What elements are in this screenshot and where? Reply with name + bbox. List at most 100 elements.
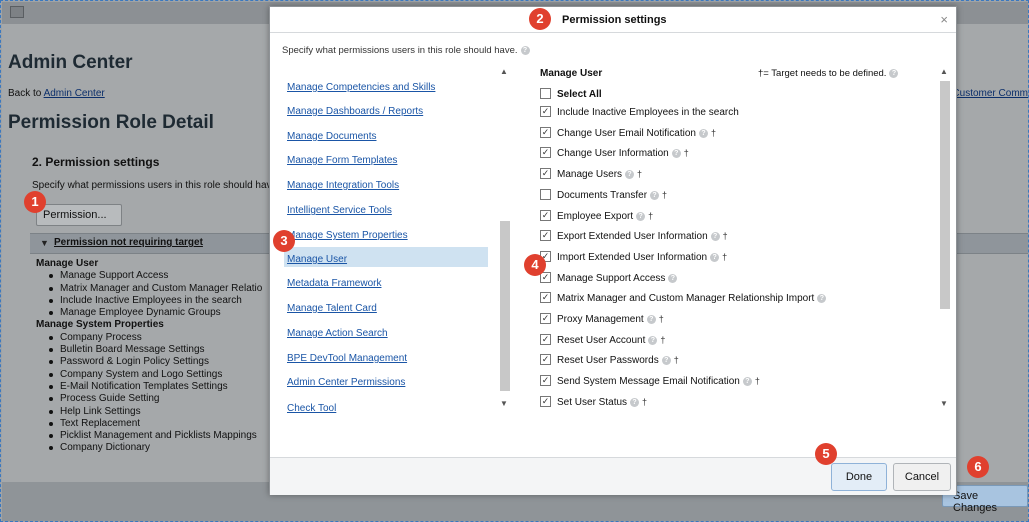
summary-list-item: Manage Support Access [36,270,262,282]
permission-button[interactable]: Permission... [36,204,122,226]
callout-badge: 6 [967,456,989,478]
permission-row[interactable]: ✓ Employee Export? † [540,209,654,227]
help-icon[interactable]: ? [817,294,827,304]
checked-checkbox[interactable]: ✓ [540,375,551,387]
help-icon[interactable]: ? [742,377,752,387]
permission-row[interactable]: ✓ Manage Support Access? [540,271,678,289]
permission-row[interactable]: ✓ Manage Users? † [540,168,642,185]
dialog-titlebar: Permission settings × [270,7,956,33]
section-title: Permission Role Detail [8,112,214,133]
permission-row[interactable]: ✓ Include Inactive Employees in the searc… [540,106,739,123]
category-link[interactable]: Manage Talent Card [287,303,377,314]
checked-checkbox[interactable]: ✓ [540,147,551,159]
category-link[interactable]: Manage System Properties [287,230,408,241]
permission-row[interactable]: ✓ Reset User Account? † [540,333,665,351]
permission-label: Manage Support Access [557,272,666,284]
checked-checkbox[interactable]: ✓ [540,313,551,324]
permission-row[interactable]: ✓ Change User Information? † [540,147,689,164]
help-icon[interactable]: ? [650,190,660,200]
checked-checkbox[interactable]: ✓ [540,168,551,180]
category-link[interactable]: Manage Dashboards / Reports [287,106,423,117]
permission-row[interactable]: ✓ Set User Status? † [540,395,647,413]
checked-checkbox[interactable]: ✓ [540,209,551,221]
category-link[interactable]: Manage Documents [287,131,377,142]
category-link[interactable]: Manage Integration Tools [287,180,399,191]
done-button[interactable]: Done [831,463,887,491]
help-icon[interactable]: ? [646,315,656,324]
help-icon[interactable]: ? [625,170,635,180]
permission-label: Change User Email Notification [557,127,696,139]
callout-badge: 1 [24,191,46,213]
category-link[interactable]: Manage Form Templates [287,155,397,166]
category-link[interactable]: Intelligent Service Tools [287,205,392,216]
category-link[interactable]: BPE DevTool Management [287,353,407,364]
summary-group-label: Manage User [36,258,99,269]
permission-category-list: Manage Competencies and Skills Manage Das… [282,59,514,415]
step-title: 2. Permission settings [32,155,160,169]
summary-list-item: Process Guide Setting [36,393,262,405]
category-list-scrollbar[interactable]: ▲ ▼ [498,65,512,411]
scroll-down-icon[interactable]: ▼ [500,399,508,408]
checked-checkbox[interactable]: ✓ [540,333,551,345]
help-icon[interactable]: ? [520,45,530,55]
permission-row[interactable]: ✓ Send System Message Email Notification?… [540,375,760,392]
summary-list-item: Help Link Settings [36,406,262,418]
permission-summary-list: Manage User Manage Support Access Matrix M… [36,258,262,455]
scroll-up-icon[interactable]: ▲ [500,67,508,76]
help-icon[interactable]: ? [648,335,658,345]
permission-row[interactable]: ✓ Export Extended User Information? † [540,230,728,247]
scroll-down-icon[interactable]: ▼ [940,399,948,408]
scrollbar-thumb[interactable] [500,221,510,391]
permission-row[interactable]: ✓ Proxy Management? † [540,313,664,330]
help-icon[interactable]: ? [698,128,708,138]
target-required-marker: † [658,314,664,324]
help-icon[interactable]: ? [661,356,671,366]
category-link[interactable]: Admin Center Permissions [287,377,405,388]
screenshot-frame: Admin Center Back to Admin Center Custom… [0,0,1029,522]
scrollbar-thumb[interactable] [940,81,950,309]
close-icon[interactable]: × [940,12,948,27]
permission-label: Manage Users [557,169,623,181]
help-icon[interactable]: ? [710,232,720,242]
permission-row[interactable]: Documents Transfer? † [540,188,667,206]
permission-label: Employee Export [557,210,634,222]
callout-badge: 4 [524,254,546,276]
permission-row[interactable]: ✓ Reset User Passwords? † [540,354,679,371]
permission-label: Proxy Management [557,314,644,326]
summary-list-item: Text Replacement [36,418,262,430]
checked-checkbox[interactable]: ✓ [540,106,551,117]
customer-community-link[interactable]: Customer Comm [952,88,1028,99]
category-link[interactable]: Check Tool [287,403,336,414]
checked-checkbox[interactable]: ✓ [540,292,551,304]
category-link[interactable]: Manage Competencies and Skills [287,82,435,93]
checked-checkbox[interactable]: ✓ [540,230,551,242]
permission-row[interactable]: ✓ Import Extended User Information? † [540,250,727,268]
permission-row[interactable]: ✓ Change User Email Notification? † [540,126,716,144]
cancel-button[interactable]: Cancel [893,463,951,491]
help-icon[interactable]: ? [710,252,720,262]
select-all-row[interactable]: Select All [540,88,602,105]
permission-row[interactable]: ✓ Matrix Manager and Custom Manager Relat… [540,292,827,309]
back-to-admin-center-link[interactable]: Admin Center [44,88,105,99]
category-link[interactable]: Metadata Framework [287,278,381,289]
permission-label: Export Extended User Information [557,231,708,243]
help-icon[interactable]: ? [668,273,678,283]
select-all-checkbox[interactable] [540,88,551,99]
target-required-marker: † [648,210,654,221]
summary-list-item: E-Mail Notification Templates Settings [36,381,262,393]
unchecked-checkbox[interactable] [540,188,551,200]
category-link[interactable]: Manage User [287,254,347,265]
target-required-marker: † [683,148,689,159]
checked-checkbox[interactable]: ✓ [540,395,551,407]
app-logo-icon [10,6,24,18]
target-note: †= Target needs to be defined.? [758,68,899,79]
help-icon[interactable]: ? [636,211,646,221]
checked-checkbox[interactable]: ✓ [540,354,551,366]
help-icon[interactable]: ? [630,397,640,407]
scroll-up-icon[interactable]: ▲ [940,67,948,76]
category-link[interactable]: Manage Action Search [287,328,388,339]
checklist-scrollbar[interactable]: ▲ ▼ [938,65,952,411]
help-icon[interactable]: ? [671,149,681,159]
checked-checkbox[interactable]: ✓ [540,126,551,138]
help-icon[interactable]: ? [889,68,899,78]
